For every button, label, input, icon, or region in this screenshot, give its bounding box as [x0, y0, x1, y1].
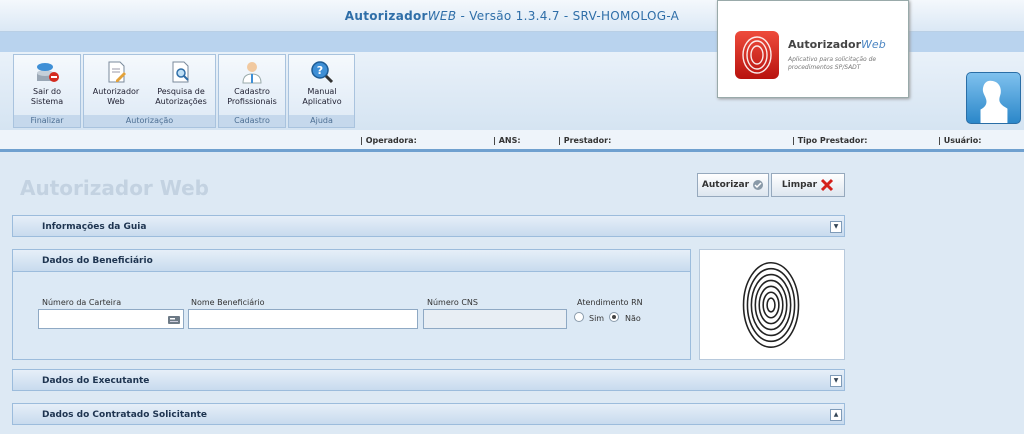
sair-do-sistema-button[interactable]: Sair do Sistema — [18, 59, 76, 115]
rn-nao-label: Não — [625, 314, 641, 323]
pesquisa-autorizacoes-button[interactable]: Pesquisa de Autorizações — [149, 59, 213, 115]
section-informacoes-guia[interactable]: Informações da Guia ▼ — [12, 215, 845, 237]
fingerprint-icon — [742, 261, 800, 349]
cadastro-profissionais-button[interactable]: Cadastro Profissionais — [221, 59, 283, 115]
tipo-prestador-label: | Tipo Prestador: — [792, 136, 868, 145]
ribbon-group-label: Cadastro — [219, 115, 285, 127]
carteira-input[interactable] — [38, 309, 184, 329]
fingerprint-panel — [699, 249, 845, 360]
rn-nao-radio[interactable] — [609, 312, 619, 322]
limpar-button[interactable]: Limpar — [771, 173, 845, 197]
section-dados-executante[interactable]: Dados do Executante ▼ — [12, 369, 845, 391]
rn-sim-label: Sim — [589, 314, 605, 323]
red-x-icon — [821, 178, 834, 192]
check-circle-icon — [753, 180, 764, 190]
section-dados-contratado[interactable]: Dados do Contratado Solicitante ▲ — [12, 403, 845, 425]
user-profile-icon[interactable] — [966, 72, 1021, 124]
badge-title: AutorizadorWeb — [788, 38, 886, 51]
svg-text:?: ? — [317, 64, 323, 77]
context-info-bar: | Operadora: | ANS: | Prestador: | Tipo … — [0, 130, 1024, 152]
prestador-label: | Prestador: — [558, 136, 612, 145]
rn-sim-radio[interactable] — [574, 312, 584, 322]
ribbon-group-cadastro: Cadastro Profissionais Cadastro — [218, 54, 286, 128]
usuario-label: | Usuário: — [938, 136, 982, 145]
nome-beneficiario-input[interactable] — [188, 309, 418, 329]
ribbon-group-label: Ajuda — [289, 115, 354, 127]
ribbon-group-ajuda: ? Manual Aplicativo Ajuda — [288, 54, 355, 128]
document-edit-icon — [108, 61, 126, 83]
exit-system-icon — [37, 63, 59, 82]
search-document-icon — [172, 61, 189, 83]
autorizar-button[interactable]: Autorizar — [697, 173, 769, 197]
expand-chevron-icon[interactable]: ▼ — [830, 375, 842, 387]
ribbon-group-label: Autorização — [84, 115, 215, 127]
autorizador-web-button[interactable]: Autorizador Web — [87, 59, 145, 115]
carteira-label: Número da Carteira — [42, 298, 122, 307]
ribbon-group-autorizacao: Autorizador Web Pesquisa de Autorizações… — [83, 54, 216, 128]
ribbon-group-finalizar: Sair do Sistema Finalizar — [13, 54, 81, 128]
page-title: Autorizador Web — [20, 176, 209, 200]
product-badge: AutorizadorWeb Aplicativo para solicitaç… — [717, 0, 909, 98]
nome-label: Nome Beneficiário — [191, 298, 265, 307]
rn-label: Atendimento RN — [577, 298, 643, 307]
badge-subtitle: Aplicativo para solicitação de procedime… — [788, 56, 877, 71]
manual-aplicativo-button[interactable]: ? Manual Aplicativo — [293, 59, 351, 115]
cns-input — [423, 309, 567, 329]
card-reader-icon[interactable] — [168, 315, 180, 325]
operadora-label: | Operadora: — [360, 136, 417, 145]
section-dados-beneficiario: Dados do Beneficiário Número da Carteira… — [12, 249, 691, 360]
expand-chevron-icon[interactable]: ▼ — [830, 221, 842, 233]
cns-label: Número CNS — [427, 298, 478, 307]
fingerprint-logo-icon — [735, 31, 779, 79]
ans-label: | ANS: — [493, 136, 521, 145]
collapse-chevron-icon[interactable]: ▲ — [830, 409, 842, 421]
doctor-icon — [242, 62, 262, 84]
help-magnifier-icon: ? — [311, 61, 334, 84]
ribbon-group-label: Finalizar — [14, 115, 80, 127]
